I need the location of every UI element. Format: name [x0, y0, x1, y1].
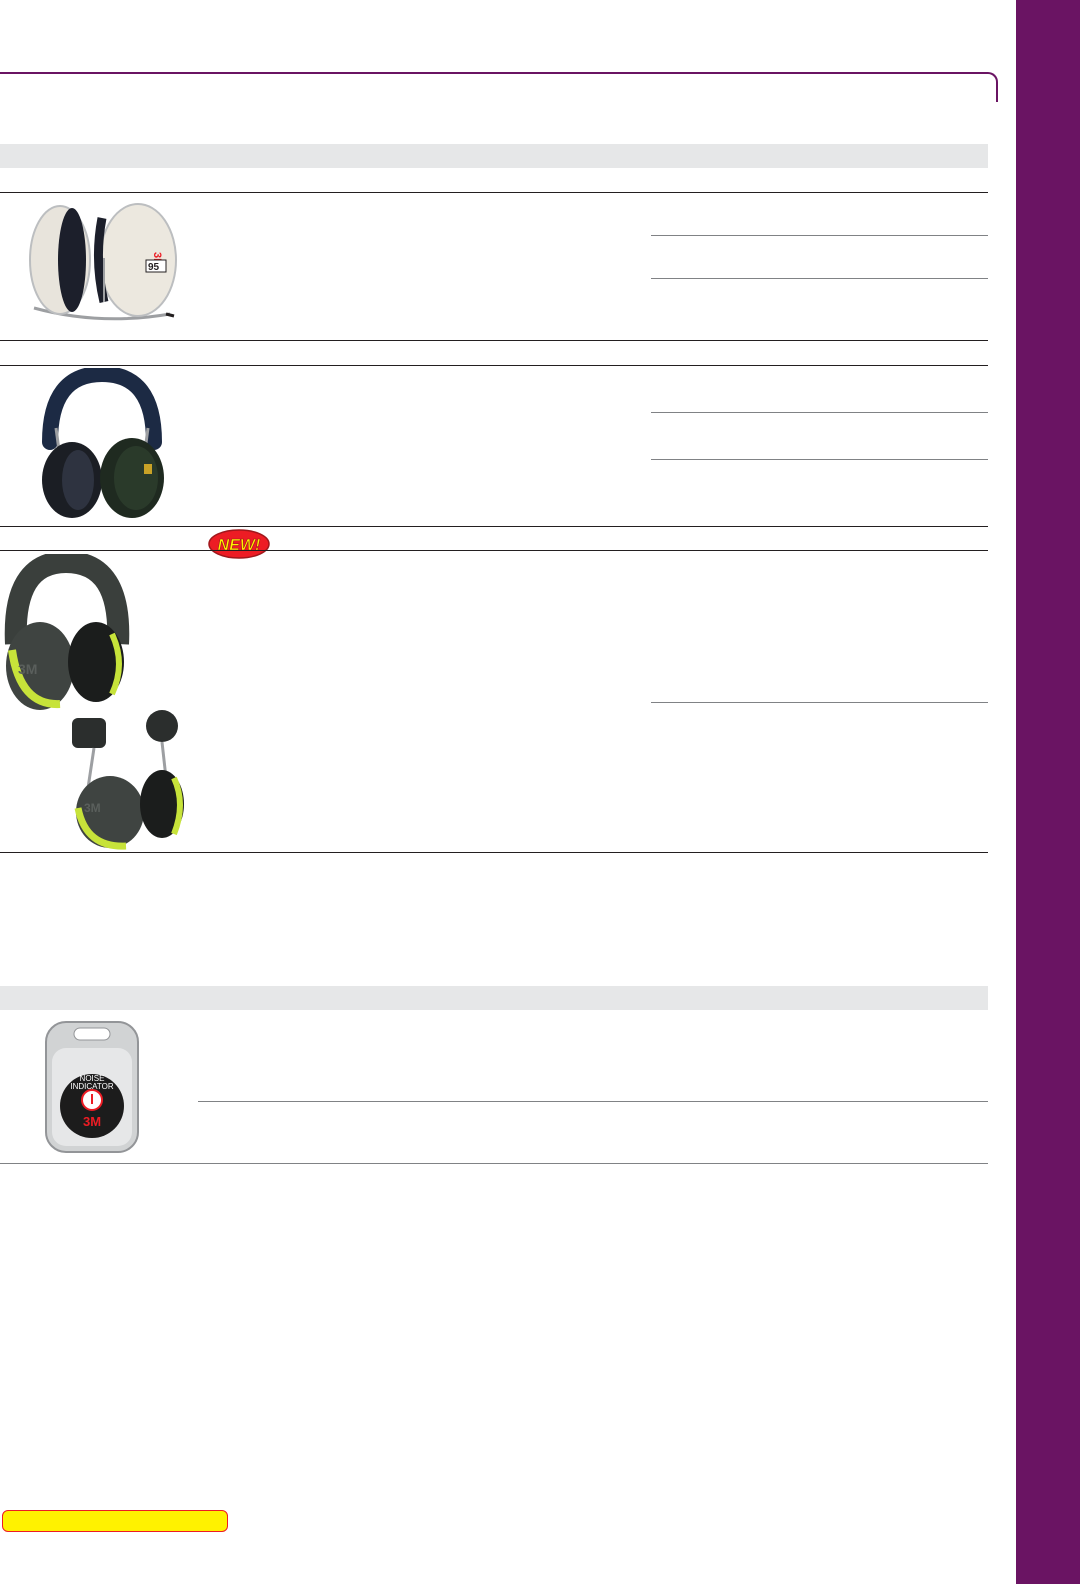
promo-bar: [2, 1510, 228, 1532]
noise-indicator-text: INDICATOR: [70, 1082, 113, 1091]
row-divider: [0, 526, 988, 527]
product-image-behind-head-earmuff: 3M 95: [20, 198, 180, 328]
brand-mark: 3M: [18, 661, 37, 677]
cell-divider: [651, 412, 988, 413]
cell-divider: [651, 702, 988, 703]
row-divider: [0, 365, 988, 366]
cell-divider: [198, 1101, 988, 1102]
section-band-earmuffs: [0, 144, 988, 168]
rating-mark: 95: [148, 262, 160, 273]
row-divider: [0, 192, 988, 193]
header-rule: [0, 72, 998, 102]
product-image-x-series-earmuff: 3M: [0, 554, 132, 714]
product-image-helmet-attached-earmuff: 3M: [58, 708, 192, 850]
product-image-noise-indicator: NOISE INDICATOR 3M: [40, 1020, 144, 1154]
product-image-headband-earmuff: [36, 368, 168, 520]
cell-divider: [651, 235, 988, 236]
brand-mark: 3M: [83, 1114, 101, 1129]
cell-divider: [651, 278, 988, 279]
brand-mark: 3M: [84, 801, 101, 815]
cell-divider: [651, 459, 988, 460]
section-band-noise-indicator: [0, 986, 988, 1010]
row-divider: [0, 340, 988, 341]
row-divider: [0, 852, 988, 853]
new-badge-label: NEW!: [218, 537, 261, 554]
row-divider: [0, 1163, 988, 1164]
section-sidebar-tab: [1016, 0, 1080, 1584]
new-badge: NEW!: [208, 528, 270, 560]
row-divider: [0, 550, 988, 551]
